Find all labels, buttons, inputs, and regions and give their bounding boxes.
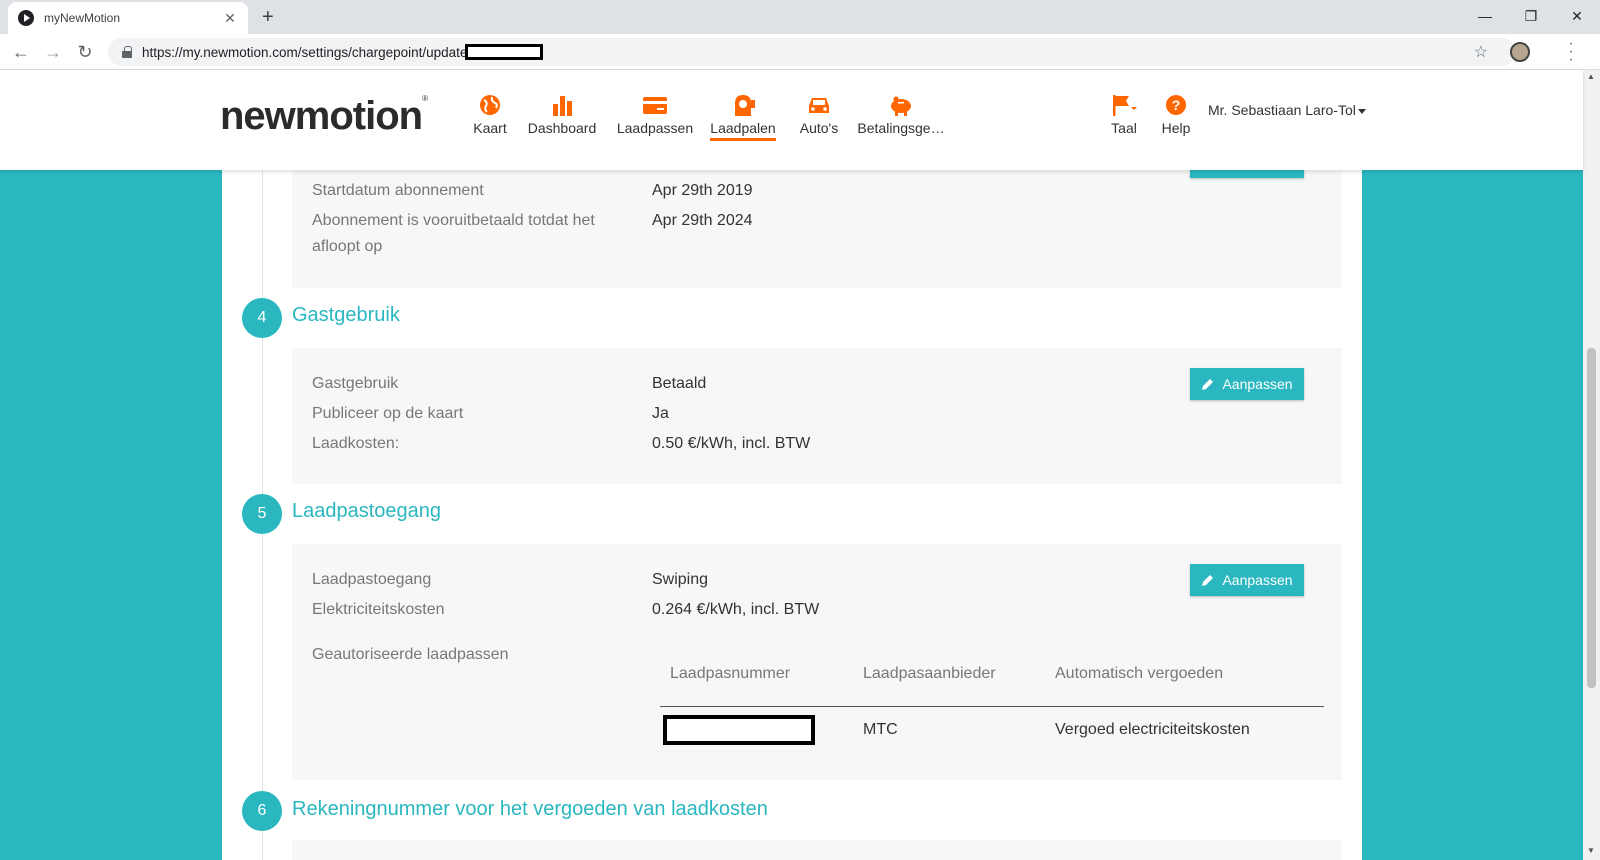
- browser-menu-icon[interactable]: · · ·: [1568, 36, 1574, 68]
- scroll-down-icon[interactable]: ▼: [1587, 846, 1595, 855]
- language-menu[interactable]: Taal: [1104, 94, 1144, 136]
- nav-item-laadpalen[interactable]: Laadpalen: [708, 94, 778, 141]
- nav-item-betalingsgegevens[interactable]: Betalingsge…: [856, 94, 946, 136]
- bar-chart-icon: [553, 96, 572, 116]
- browser-tabbar: myNewMotion ✕ + — ❐ ✕: [0, 0, 1600, 34]
- subscription-card: Startdatum abonnement Apr 29th 2019 Abon…: [292, 170, 1342, 288]
- caret-down-icon: [1357, 108, 1366, 114]
- window-controls: — ❐ ✕: [1462, 0, 1600, 32]
- forward-arrow-icon[interactable]: →: [42, 41, 64, 63]
- lock-icon: [122, 46, 132, 58]
- row-label: Publiceer op de kaart: [312, 405, 464, 422]
- row-label: Laadpastoegang: [312, 571, 432, 588]
- scroll-thumb[interactable]: [1587, 348, 1596, 688]
- site-header: newmotion® Kaart Dashboard Laadpassen La…: [0, 70, 1583, 170]
- car-icon: [809, 98, 829, 113]
- new-tab-button[interactable]: +: [262, 6, 274, 29]
- close-icon[interactable]: ✕: [1554, 0, 1600, 32]
- nav-item-dashboard[interactable]: Dashboard: [524, 94, 600, 136]
- pencil-icon: [1202, 574, 1214, 586]
- step-number: 6: [242, 791, 282, 831]
- url-text: https://my.newmotion.com/settings/charge…: [142, 44, 468, 60]
- nav-item-kaart[interactable]: Kaart: [470, 94, 510, 136]
- bank-account-card: [292, 840, 1342, 860]
- tab-close-icon[interactable]: ✕: [222, 10, 238, 27]
- minimize-icon[interactable]: —: [1462, 0, 1508, 32]
- nav-item-laadpassen[interactable]: Laadpassen: [612, 94, 698, 136]
- help-icon: ?: [1166, 95, 1186, 115]
- row-value: Swiping: [652, 571, 709, 588]
- row-label: Laadkosten:: [312, 435, 400, 452]
- card-access-edit-button[interactable]: Aanpassen: [1190, 564, 1304, 596]
- row-value: 0.50 €/kWh, incl. BTW: [652, 435, 811, 452]
- section-title: Gastgebruik: [292, 304, 400, 326]
- row-label: Elektriciteitskosten: [312, 601, 445, 618]
- piggy-bank-icon: [891, 96, 911, 116]
- restore-icon[interactable]: ❐: [1508, 0, 1554, 32]
- subscription-edit-button-partial[interactable]: [1190, 170, 1304, 178]
- redacted-url-box: [465, 44, 544, 60]
- address-bar[interactable]: https://my.newmotion.com/settings/charge…: [108, 38, 1516, 66]
- section-title: Laadpastoegang: [292, 500, 442, 522]
- card-access-card: Laadpastoegang Swiping Elektriciteitskos…: [292, 544, 1342, 780]
- row-value: Ja: [652, 405, 669, 422]
- row-value: 0.264 €/kWh, incl. BTW: [652, 601, 820, 618]
- globe-icon: [480, 95, 500, 115]
- browser-tab[interactable]: myNewMotion ✕: [8, 2, 248, 34]
- guest-usage-card: Gastgebruik Betaald Publiceer op de kaar…: [292, 348, 1342, 484]
- help-menu[interactable]: ? Help: [1156, 94, 1196, 136]
- newmotion-favicon-icon: [18, 10, 34, 26]
- svg-text:?: ?: [1172, 97, 1181, 113]
- guest-usage-edit-button[interactable]: Aanpassen: [1190, 368, 1304, 400]
- row-value: Apr 29th 2024: [652, 212, 753, 229]
- newmotion-logo[interactable]: newmotion®: [220, 94, 428, 139]
- flag-icon: [1113, 95, 1137, 116]
- scroll-up-icon[interactable]: ▲: [1587, 72, 1595, 81]
- row-label: Gastgebruik: [312, 375, 399, 392]
- reload-icon[interactable]: ↻: [74, 41, 96, 63]
- row-label: Startdatum abonnement: [312, 182, 484, 199]
- table-cell-provider: MTC: [863, 721, 898, 738]
- step-number: 5: [242, 494, 282, 534]
- row-value: Apr 29th 2019: [652, 182, 753, 199]
- redacted-card-number: [663, 715, 815, 745]
- bookmark-star-icon[interactable]: ☆: [1474, 42, 1488, 62]
- table-header-provider: Laadpasaanbieder: [863, 665, 996, 682]
- table-divider: [660, 706, 1324, 707]
- page-scrollbar[interactable]: ▲ ▼: [1583, 70, 1600, 860]
- browser-toolbar: ← → ↻ https://my.newmotion.com/settings/…: [0, 34, 1600, 70]
- back-arrow-icon[interactable]: ←: [10, 41, 32, 63]
- step-number: 4: [242, 298, 282, 338]
- table-header-card-number: Laadpasnummer: [670, 665, 791, 682]
- pencil-icon: [1202, 378, 1214, 390]
- section-title: Rekeningnummer voor het vergoeden van la…: [292, 798, 768, 820]
- row-value: Betaald: [652, 375, 707, 392]
- card-icon: [643, 97, 667, 114]
- tab-title: myNewMotion: [44, 11, 121, 25]
- user-menu[interactable]: Mr. Sebastiaan Laro-Tol: [1208, 102, 1366, 118]
- table-header-reimburse: Automatisch vergoeden: [1055, 665, 1224, 682]
- settings-content: Startdatum abonnement Apr 29th 2019 Abon…: [222, 170, 1362, 860]
- profile-avatar[interactable]: [1510, 42, 1530, 62]
- row-label: Abonnement is vooruitbetaald totdat het …: [312, 212, 595, 255]
- nav-item-autos[interactable]: Auto's: [794, 94, 844, 136]
- authorized-cards-label: Geautoriseerde laadpassen: [312, 646, 509, 663]
- table-cell-reimburse: Vergoed electriciteitskosten: [1055, 721, 1250, 738]
- charger-icon: [735, 95, 755, 116]
